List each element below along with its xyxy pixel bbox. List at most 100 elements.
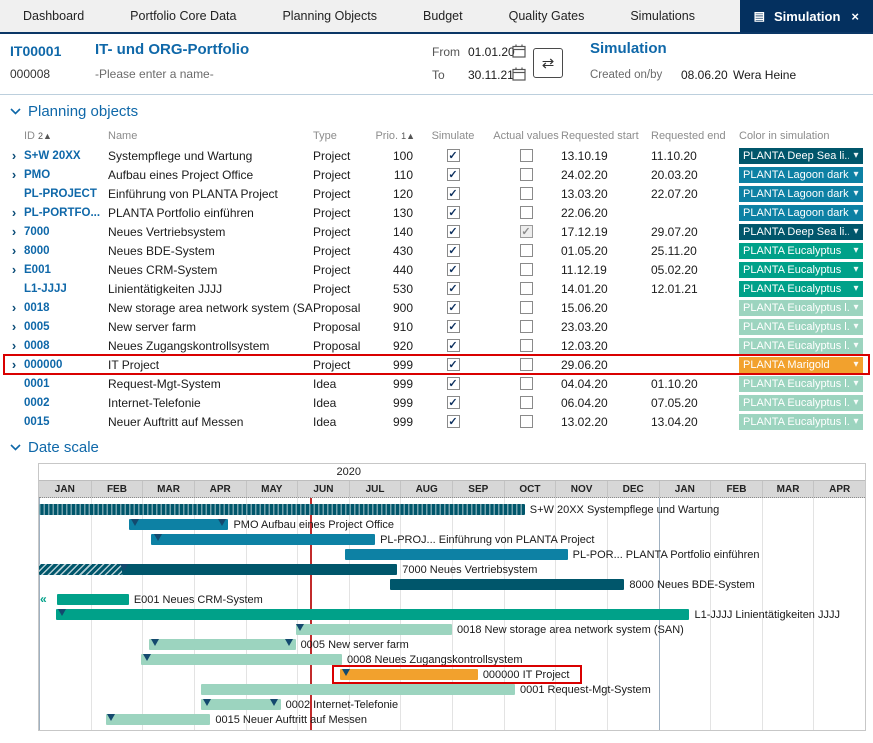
gantt-bar[interactable] [122, 564, 398, 575]
row-id[interactable]: PMO [24, 169, 108, 181]
color-in-simulation-dropdown[interactable]: PLANTA Eucalyptus▾ [739, 243, 863, 259]
actual-values-checkbox[interactable] [520, 263, 533, 276]
color-in-simulation-dropdown[interactable]: PLANTA Eucalyptus l...▾ [739, 376, 863, 392]
row-id[interactable]: E001 [24, 264, 108, 276]
gantt-bar[interactable] [201, 684, 515, 695]
color-in-simulation-dropdown[interactable]: PLANTA Eucalyptus▾ [739, 262, 863, 278]
simulate-checkbox[interactable]: ✓ [447, 301, 460, 314]
gantt-bar[interactable] [141, 654, 342, 665]
actual-values-checkbox[interactable] [520, 187, 533, 200]
color-in-simulation-dropdown[interactable]: PLANTA Eucalyptus l...▾ [739, 395, 863, 411]
actual-values-checkbox[interactable] [520, 396, 533, 409]
tab-simulation-active[interactable]: ▤ Simulation × [740, 0, 873, 32]
gantt-bar[interactable] [296, 624, 452, 635]
row-id[interactable]: 0018 [24, 302, 108, 314]
expand-arrow-icon[interactable]: › [4, 244, 24, 257]
table-row-0008[interactable]: ›0008Neues ZugangskontrollsystemProposal… [4, 336, 869, 355]
gantt-bar[interactable] [149, 639, 296, 650]
simulate-checkbox[interactable]: ✓ [447, 377, 460, 390]
gantt-bar[interactable] [151, 534, 376, 545]
row-id[interactable]: PL-PORTFO... [24, 207, 108, 219]
table-row-L1-JJJJ[interactable]: L1-JJJJLinientätigkeiten JJJJProject530✓… [4, 279, 869, 298]
expand-arrow-icon[interactable]: › [4, 225, 24, 238]
expand-arrow-icon[interactable]: › [4, 263, 24, 276]
table-row-PL-PORTFO-[interactable]: ›PL-PORTFO...PLANTA Portfolio einführenP… [4, 203, 869, 222]
actual-values-checkbox[interactable] [520, 301, 533, 314]
simulate-checkbox[interactable]: ✓ [447, 339, 460, 352]
simulate-checkbox[interactable]: ✓ [447, 415, 460, 428]
column-header-name[interactable]: Name [108, 130, 313, 142]
gantt-bar[interactable] [106, 714, 211, 725]
table-row-E001[interactable]: ›E001Neues CRM-SystemProject440✓11.12.19… [4, 260, 869, 279]
calendar-icon[interactable] [512, 67, 526, 81]
column-header-simulate[interactable]: Simulate [415, 130, 491, 142]
actual-values-checkbox[interactable] [520, 282, 533, 295]
expand-arrow-icon[interactable]: › [4, 168, 24, 181]
column-header-requested-end[interactable]: Requested end [651, 130, 739, 142]
row-id[interactable]: 8000 [24, 245, 108, 257]
simulate-checkbox[interactable]: ✓ [447, 206, 460, 219]
row-id[interactable]: 000000 [24, 359, 108, 371]
gantt-bar[interactable] [129, 519, 229, 530]
row-id[interactable]: 0002 [24, 397, 108, 409]
actual-values-checkbox[interactable] [520, 168, 533, 181]
color-in-simulation-dropdown[interactable]: PLANTA Eucalyptus l...▾ [739, 338, 863, 354]
table-row-000000[interactable]: ›000000IT ProjectProject999✓29.06.20PLAN… [4, 355, 869, 374]
gantt-bar[interactable] [340, 669, 477, 680]
color-in-simulation-dropdown[interactable]: PLANTA Deep Sea li...▾ [739, 224, 863, 240]
simulate-checkbox[interactable]: ✓ [447, 358, 460, 371]
nav-item-planning-objects[interactable]: Planning Objects [259, 0, 400, 32]
color-in-simulation-dropdown[interactable]: PLANTA Deep Sea li...▾ [739, 148, 863, 164]
actual-values-checkbox[interactable] [520, 320, 533, 333]
column-header-actual-values[interactable]: Actual values [491, 130, 561, 142]
row-id[interactable]: 0005 [24, 321, 108, 333]
row-id[interactable]: 0008 [24, 340, 108, 352]
color-in-simulation-dropdown[interactable]: PLANTA Lagoon dark▾ [739, 186, 863, 202]
expand-arrow-icon[interactable]: › [4, 206, 24, 219]
row-id[interactable]: 0015 [24, 416, 108, 428]
actual-values-checkbox[interactable] [520, 244, 533, 257]
row-id[interactable]: L1-JJJJ [24, 283, 108, 295]
simulate-checkbox[interactable]: ✓ [447, 282, 460, 295]
color-in-simulation-dropdown[interactable]: PLANTA Eucalyptus l...▾ [739, 319, 863, 335]
actual-values-checkbox[interactable] [520, 339, 533, 352]
color-in-simulation-dropdown[interactable]: PLANTA Lagoon dark▾ [739, 167, 863, 183]
actual-values-checkbox[interactable] [520, 358, 533, 371]
column-header-color[interactable]: Color in simulation [739, 130, 865, 142]
table-row-0005[interactable]: ›0005New server farmProposal910✓23.03.20… [4, 317, 869, 336]
expand-arrow-icon[interactable]: › [4, 301, 24, 314]
expand-arrow-icon[interactable]: › [4, 320, 24, 333]
column-header-requested-start[interactable]: Requested start [561, 130, 651, 142]
table-row-8000[interactable]: ›8000Neues BDE-SystemProject430✓01.05.20… [4, 241, 869, 260]
table-row-0015[interactable]: 0015Neuer Auftritt auf MessenIdea999✓13.… [4, 412, 869, 431]
column-header-id[interactable]: ID2▲ [24, 130, 108, 142]
color-in-simulation-dropdown[interactable]: PLANTA Eucalyptus l...▾ [739, 300, 863, 316]
row-id[interactable]: S+W 20XX [24, 150, 108, 162]
nav-item-portfolio-core-data[interactable]: Portfolio Core Data [107, 0, 259, 32]
simulate-checkbox[interactable]: ✓ [447, 149, 460, 162]
simulate-checkbox[interactable]: ✓ [447, 396, 460, 409]
expand-arrow-icon[interactable]: › [4, 358, 24, 371]
simulate-checkbox[interactable]: ✓ [447, 263, 460, 276]
actual-values-checkbox[interactable] [520, 149, 533, 162]
actual-values-checkbox[interactable] [520, 377, 533, 390]
color-in-simulation-dropdown[interactable]: PLANTA Marigold▾ [739, 357, 863, 373]
table-row-S-W-20XX[interactable]: ›S+W 20XXSystempflege und WartungProject… [4, 146, 869, 165]
gantt-bar[interactable] [57, 594, 129, 605]
nav-item-simulations[interactable]: Simulations [607, 0, 718, 32]
to-date-value[interactable]: 30.11.21 [468, 68, 514, 82]
simulate-checkbox[interactable]: ✓ [447, 168, 460, 181]
row-id[interactable]: 7000 [24, 226, 108, 238]
refresh-button[interactable]: ⇄ [533, 48, 563, 78]
simulate-checkbox[interactable]: ✓ [447, 320, 460, 333]
calendar-icon[interactable] [512, 44, 526, 58]
gantt-bar[interactable] [39, 504, 525, 515]
expand-arrow-icon[interactable]: › [4, 149, 24, 162]
actual-values-checkbox[interactable] [520, 206, 533, 219]
column-header-type[interactable]: Type [313, 130, 373, 142]
table-row-0002[interactable]: 0002Internet-TelefonieIdea999✓06.04.2007… [4, 393, 869, 412]
gantt-bar[interactable] [390, 579, 624, 590]
from-date-value[interactable]: 01.01.20 [468, 45, 515, 59]
simulate-checkbox[interactable]: ✓ [447, 225, 460, 238]
table-row-0001[interactable]: 0001Request-Mgt-SystemIdea999✓04.04.2001… [4, 374, 869, 393]
